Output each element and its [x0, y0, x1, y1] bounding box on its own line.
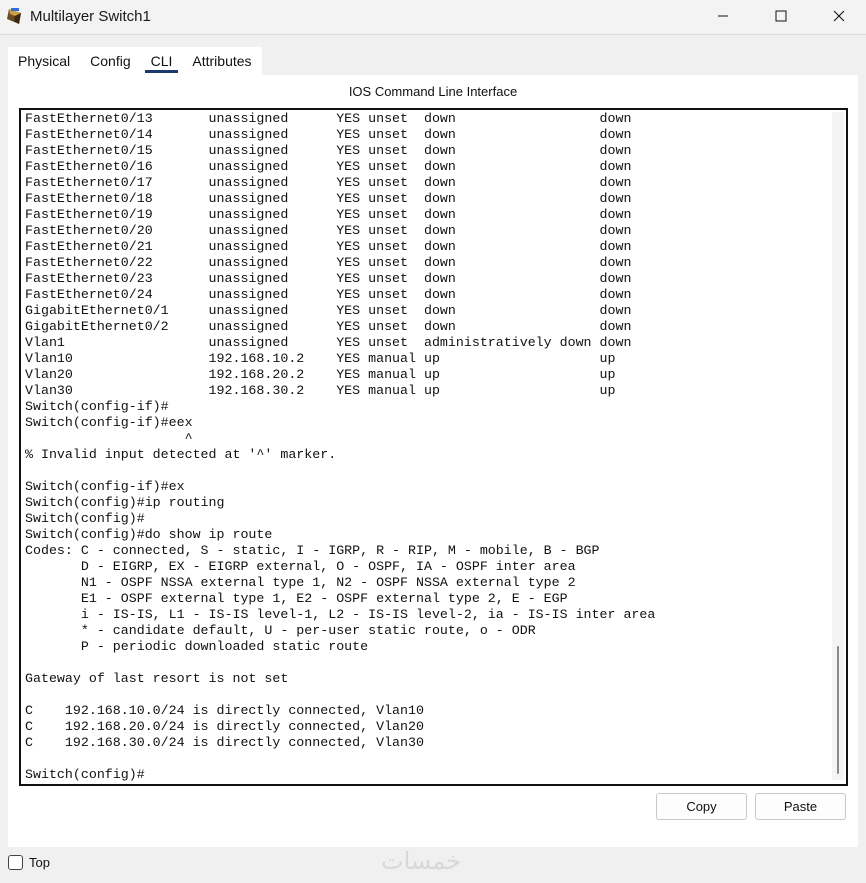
maximize-button[interactable] — [752, 0, 810, 32]
cli-terminal[interactable]: FastEthernet0/13 unassigned YES unset do… — [19, 108, 848, 786]
minimize-button[interactable] — [694, 0, 752, 32]
window-title: Multilayer Switch1 — [30, 8, 151, 25]
tab-config[interactable]: Config — [80, 47, 140, 75]
tab-attributes[interactable]: Attributes — [182, 47, 261, 75]
tab-physical[interactable]: Physical — [8, 47, 80, 75]
panel-header: IOS Command Line Interface — [348, 84, 518, 99]
close-button[interactable] — [810, 0, 866, 32]
bottom-bar: Top خمسات — [0, 847, 866, 883]
close-icon — [833, 10, 845, 22]
maximize-icon — [775, 10, 787, 22]
top-checkbox-label: Top — [29, 855, 50, 870]
minimize-icon — [718, 15, 728, 17]
switch-app-icon — [7, 8, 21, 24]
tab-cli[interactable]: CLI — [141, 47, 183, 75]
tab-bar: Physical Config CLI Attributes — [8, 47, 262, 75]
scrollbar-thumb[interactable] — [837, 646, 839, 774]
title-bar[interactable]: Multilayer Switch1 — [0, 0, 866, 35]
watermark: خمسات — [381, 847, 462, 875]
paste-button[interactable]: Paste — [755, 793, 846, 820]
terminal-output[interactable]: FastEthernet0/13 unassigned YES unset do… — [25, 111, 655, 783]
top-checkbox[interactable] — [8, 855, 23, 870]
copy-button[interactable]: Copy — [656, 793, 747, 820]
cli-panel: IOS Command Line Interface FastEthernet0… — [8, 75, 858, 847]
terminal-scrollbar[interactable] — [832, 112, 844, 780]
app-window: Multilayer Switch1 Physical Config CLI A… — [0, 0, 866, 883]
